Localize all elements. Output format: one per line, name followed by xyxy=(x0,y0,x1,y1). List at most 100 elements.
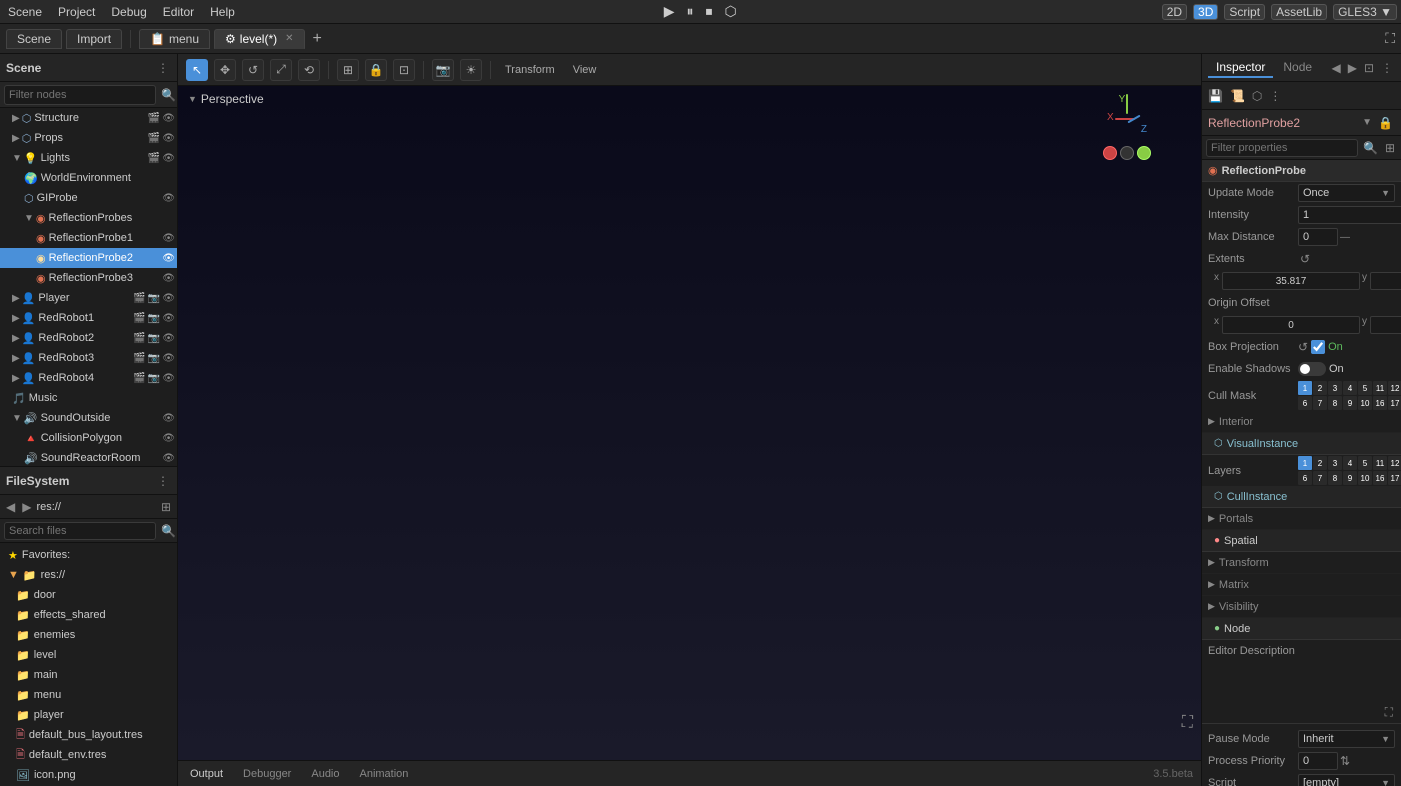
extents-reset-btn[interactable]: ↺ xyxy=(1298,251,1312,267)
extents-y-input[interactable] xyxy=(1370,272,1401,290)
layer-12[interactable]: 12 xyxy=(1388,456,1401,470)
fs-search-input[interactable] xyxy=(4,522,156,540)
fs-options-btn[interactable]: ⋮ xyxy=(155,473,171,489)
inspector-tab-node[interactable]: Node xyxy=(1275,58,1320,78)
view-menu-btn[interactable]: View xyxy=(567,62,603,78)
pause-mode-dropdown[interactable]: Inherit ▼ xyxy=(1298,730,1395,748)
fs-forward-btn[interactable]: ▶ xyxy=(20,499,33,515)
cull-3[interactable]: 3 xyxy=(1328,381,1342,395)
fs-item-env[interactable]: 🗎 default_env.tres xyxy=(0,745,177,765)
tree-item-collision[interactable]: 🔺 CollisionPolygon 👁 xyxy=(0,428,177,448)
tree-item-reflprobes[interactable]: ▼ ◉ ReflectionProbes xyxy=(0,208,177,228)
max-distance-reset[interactable]: — xyxy=(1340,232,1350,243)
portals-section[interactable]: ▶ Portals xyxy=(1202,508,1401,530)
light-tool-btn[interactable]: ☀ xyxy=(460,59,482,81)
rotate-tool-btn[interactable]: ↺ xyxy=(242,59,264,81)
tab-import[interactable]: Import xyxy=(66,29,122,49)
insp-save-btn[interactable]: 💾 xyxy=(1206,88,1225,104)
cull-1[interactable]: 1 xyxy=(1298,381,1312,395)
layer-6[interactable]: 6 xyxy=(1298,471,1312,485)
color-dot-green[interactable] xyxy=(1137,146,1151,160)
tab-menu[interactable]: 📋 menu xyxy=(139,29,210,49)
scale-tool-btn[interactable]: ⤢ xyxy=(270,59,292,81)
tab-close-btn[interactable]: ✕ xyxy=(285,33,293,44)
tree-item-reflprobe2[interactable]: ◉ ReflectionProbe2 👁 xyxy=(0,248,177,268)
tree-item-props[interactable]: ▶ ⬡ Props 🎬 👁 xyxy=(0,128,177,148)
inspector-history-btn[interactable]: ⊡ xyxy=(1362,60,1376,76)
fs-item-menu[interactable]: 📁 menu xyxy=(0,685,177,705)
visibility-section[interactable]: ▶ Visibility xyxy=(1202,596,1401,618)
max-distance-input[interactable] xyxy=(1298,228,1338,246)
layer-9[interactable]: 9 xyxy=(1343,471,1357,485)
filter-nodes-input[interactable] xyxy=(4,85,156,105)
tree-item-structure[interactable]: ▶ ⬡ Structure 🎬 👁 xyxy=(0,108,177,128)
tree-item-redrobot1[interactable]: ▶ 👤 RedRobot1 🎬 📷 👁 xyxy=(0,308,177,328)
fs-item-enemies[interactable]: 📁 enemies xyxy=(0,625,177,645)
tree-item-redrobot4[interactable]: ▶ 👤 RedRobot4 🎬 📷 👁 xyxy=(0,368,177,388)
inspector-tab-inspector[interactable]: Inspector xyxy=(1208,58,1273,78)
extents-x-input[interactable] xyxy=(1222,272,1360,290)
layer-8[interactable]: 8 xyxy=(1328,471,1342,485)
viewport-scene[interactable]: ▼ Perspective Y X Z xyxy=(178,86,1201,760)
tree-item-soundoutside[interactable]: ▼ 🔊 SoundOutside 👁 xyxy=(0,408,177,428)
intensity-input[interactable] xyxy=(1298,206,1401,224)
node-name-dropdown[interactable]: ▼ xyxy=(1362,117,1372,128)
tab-level[interactable]: ⚙ level(*) ✕ xyxy=(214,29,305,49)
fs-item-door[interactable]: 📁 door xyxy=(0,585,177,605)
fs-item-res[interactable]: ▼ 📁 res:// xyxy=(0,565,177,585)
inspector-back-btn[interactable]: ◀ xyxy=(1329,60,1342,76)
cull-16[interactable]: 16 xyxy=(1373,396,1387,410)
tree-item-reflprobe3[interactable]: ◉ ReflectionProbe3 👁 xyxy=(0,268,177,288)
scene-options-btn[interactable]: ⋮ xyxy=(155,60,171,76)
fs-item-level[interactable]: 📁 level xyxy=(0,645,177,665)
interior-section[interactable]: ▶ Interior xyxy=(1202,411,1401,433)
insp-more-btn[interactable]: ⋮ xyxy=(1267,88,1283,104)
tab-debugger[interactable]: Debugger xyxy=(239,766,295,782)
grid-tool-btn[interactable]: ⊡ xyxy=(393,59,415,81)
tab-animation[interactable]: Animation xyxy=(356,766,413,782)
cull-2[interactable]: 2 xyxy=(1313,381,1327,395)
layer-11[interactable]: 11 xyxy=(1373,456,1387,470)
origin-y-input[interactable] xyxy=(1370,316,1401,334)
matrix-section[interactable]: ▶ Matrix xyxy=(1202,574,1401,596)
origin-x-input[interactable] xyxy=(1222,316,1360,334)
stop-button[interactable]: ⏹ xyxy=(703,3,716,20)
fs-item-main[interactable]: 📁 main xyxy=(0,665,177,685)
gles-badge[interactable]: GLES3 ▼ xyxy=(1333,4,1397,20)
fs-item-icon[interactable]: 🖼 icon.png xyxy=(0,765,177,785)
cull-5[interactable]: 5 xyxy=(1358,381,1372,395)
cull-11[interactable]: 11 xyxy=(1373,381,1387,395)
layer-2[interactable]: 2 xyxy=(1313,456,1327,470)
node-lock-btn[interactable]: 🔒 xyxy=(1376,115,1395,131)
layer-5[interactable]: 5 xyxy=(1358,456,1372,470)
filter-props-options[interactable]: ⊞ xyxy=(1383,140,1397,156)
tab-output[interactable]: Output xyxy=(186,766,227,782)
inspector-options-btn[interactable]: ⋮ xyxy=(1379,60,1395,76)
layer-3[interactable]: 3 xyxy=(1328,456,1342,470)
lock-tool-btn[interactable]: 🔒 xyxy=(365,59,387,81)
fs-view-toggle[interactable]: ⊞ xyxy=(159,499,173,515)
btn-script[interactable]: Script xyxy=(1224,4,1265,20)
menu-scene[interactable]: Scene xyxy=(4,5,46,19)
color-dot-gray[interactable] xyxy=(1120,146,1134,160)
select-tool-btn[interactable]: ↖ xyxy=(186,59,208,81)
tab-audio[interactable]: Audio xyxy=(307,766,343,782)
pause-button[interactable]: ⏸ xyxy=(684,3,697,20)
layer-7[interactable]: 7 xyxy=(1313,471,1327,485)
cull-7[interactable]: 7 xyxy=(1313,396,1327,410)
tree-item-reflprobe1[interactable]: ◉ ReflectionProbe1 👁 xyxy=(0,228,177,248)
cull-10[interactable]: 10 xyxy=(1358,396,1372,410)
menu-help[interactable]: Help xyxy=(206,5,239,19)
layer-4[interactable]: 4 xyxy=(1343,456,1357,470)
fs-back-btn[interactable]: ◀ xyxy=(4,499,17,515)
fs-item-player[interactable]: 📁 player xyxy=(0,705,177,725)
move-tool-btn[interactable]: ✥ xyxy=(214,59,236,81)
transform-section[interactable]: ▶ Transform xyxy=(1202,552,1401,574)
layer-16[interactable]: 16 xyxy=(1373,471,1387,485)
tree-item-giprobe[interactable]: ⬡ GIProbe 👁 xyxy=(0,188,177,208)
update-mode-dropdown[interactable]: Once ▼ xyxy=(1298,184,1395,202)
tree-item-player[interactable]: ▶ 👤 Player 🎬 📷 👁 xyxy=(0,288,177,308)
cull-17[interactable]: 17 xyxy=(1388,396,1401,410)
tree-item-lights[interactable]: ▼ 💡 Lights 🎬 👁 xyxy=(0,148,177,168)
play-button[interactable]: ▶ xyxy=(661,3,678,20)
